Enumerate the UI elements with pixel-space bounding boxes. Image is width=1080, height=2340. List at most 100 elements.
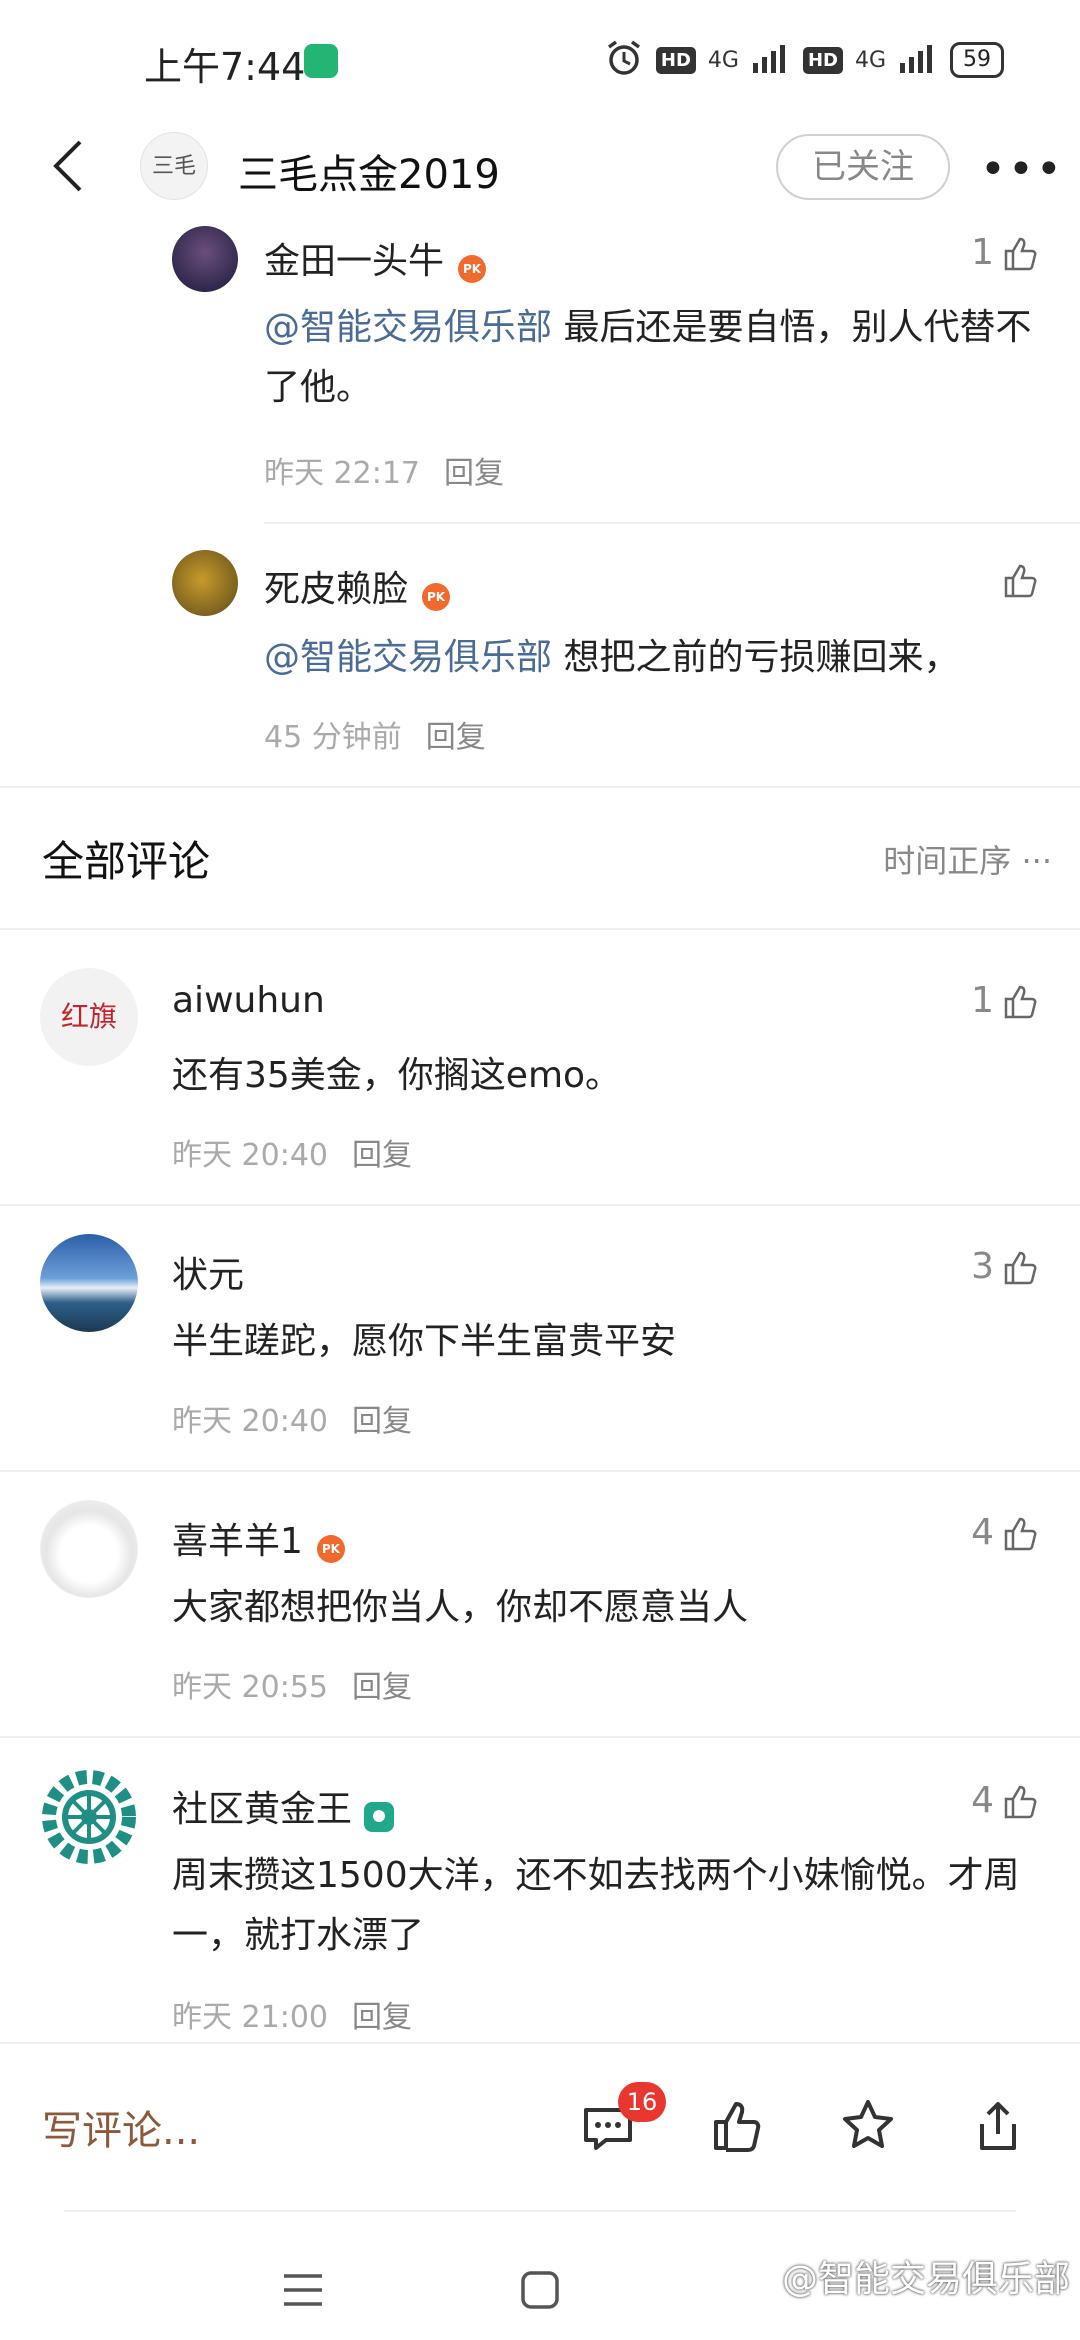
reply-username[interactable]: 金田一头牛: [264, 241, 444, 282]
reply-button[interactable]: 回复: [444, 456, 504, 491]
network-type: 4G: [707, 47, 739, 73]
divider: [64, 2210, 1016, 2212]
like-button[interactable]: 1: [971, 232, 1040, 273]
status-icons: HD 4G HD 4G 59: [604, 38, 1004, 82]
like-count: 1: [971, 980, 994, 1021]
back-arrow-icon: [53, 140, 82, 192]
signal-icon-2: [898, 43, 938, 77]
comment-text: 大家都想把你当人，你却不愿意当人: [172, 1587, 749, 1628]
watermark: @智能交易俱乐部: [781, 2259, 1070, 2300]
reply-button[interactable]: 回复: [352, 1138, 412, 1173]
verified-badge-icon: [364, 1801, 395, 1832]
comment-text: 半生蹉跎，愿你下半生富贵平安: [172, 1321, 677, 1362]
sort-dropdown[interactable]: 时间正序 ···: [883, 836, 1052, 882]
home-nav-button[interactable]: [520, 2270, 560, 2314]
mention-link[interactable]: @智能交易俱乐部: [264, 637, 552, 678]
mention-link[interactable]: @智能交易俱乐部: [264, 307, 552, 348]
thumbs-up-icon: [1004, 1517, 1037, 1550]
like-button[interactable]: 3: [971, 1246, 1040, 1287]
divider: [0, 928, 1080, 930]
reply-name-row: 金田一头牛 PK: [264, 232, 487, 284]
follow-button[interactable]: 已关注: [776, 134, 950, 200]
star-icon: [843, 2100, 893, 2148]
favorite-button[interactable]: [838, 2096, 898, 2160]
like-button[interactable]: 4: [971, 1512, 1040, 1553]
like-button[interactable]: 1: [971, 980, 1040, 1021]
status-bar: 上午7:44 HD 4G HD 4G 59: [0, 0, 1080, 120]
avatar[interactable]: [40, 1500, 138, 1598]
reply-time: 45 分钟前: [264, 720, 402, 755]
like-button[interactable]: [1000, 560, 1040, 600]
divider: [0, 1470, 1080, 1472]
security-shield-icon: [304, 44, 338, 78]
like-count: 4: [971, 1512, 994, 1553]
reply-button[interactable]: 回复: [426, 720, 486, 755]
reply-button[interactable]: 回复: [352, 1670, 412, 1705]
alarm-icon: [604, 38, 644, 82]
section-title: 全部评论: [42, 837, 211, 886]
thumbs-up-icon: [714, 2102, 761, 2152]
pk-badge-icon: PK: [316, 1534, 345, 1563]
like-post-button[interactable]: [708, 2096, 768, 2160]
reply-username[interactable]: 死皮赖脸: [264, 569, 408, 610]
back-button[interactable]: [46, 136, 90, 196]
author-name[interactable]: 三毛点金2019: [238, 142, 500, 200]
avatar[interactable]: [172, 550, 238, 616]
more-options-button[interactable]: •••: [980, 144, 1064, 195]
home-square-icon: [521, 2271, 559, 2309]
comment-time: 昨天 20:40: [172, 1404, 328, 1439]
battery-icon: 59: [950, 42, 1004, 78]
comment-username[interactable]: 状元: [172, 1246, 244, 1298]
avatar[interactable]: [172, 226, 238, 292]
comment-count-badge: 16: [618, 2082, 666, 2122]
avatar[interactable]: 红旗: [40, 968, 138, 1066]
hd-indicator: HD: [655, 46, 696, 74]
thumbs-up-icon: [1004, 1785, 1037, 1818]
thumbs-up-icon: [1004, 237, 1037, 270]
comment-time: 昨天 21:00: [172, 2000, 328, 2035]
like-count: 3: [971, 1246, 994, 1287]
pk-badge-icon: PK: [422, 582, 451, 611]
author-avatar[interactable]: 三毛: [140, 132, 208, 200]
comment-meta: 昨天 20:55 回复: [172, 1662, 412, 1706]
reply-button[interactable]: 回复: [352, 2000, 412, 2035]
avatar[interactable]: [40, 1768, 138, 1866]
comment-text: 还有35美金，你搁这emo。: [172, 1055, 622, 1096]
reply-time: 昨天 22:17: [264, 456, 420, 491]
comment-name-row: 喜羊羊1 PK: [172, 1512, 345, 1564]
reply-text: @智能交易俱乐部 想把之前的亏损赚回来，: [264, 628, 1044, 688]
avatar[interactable]: [40, 1234, 138, 1332]
reply-name-row: 死皮赖脸 PK: [264, 560, 451, 612]
comment-meta: 昨天 21:00 回复: [172, 1992, 412, 2036]
reply-body: 想把之前的亏损赚回来，: [552, 637, 960, 678]
like-count: 4: [971, 1780, 994, 1821]
comment-username[interactable]: 喜羊羊1: [172, 1521, 303, 1562]
like-count: 1: [971, 232, 994, 273]
comment-time: 昨天 20:55: [172, 1670, 328, 1705]
menu-nav-button[interactable]: [282, 2272, 324, 2312]
section-divider: [0, 786, 1080, 788]
comment-time: 昨天 20:40: [172, 1138, 328, 1173]
share-button[interactable]: [968, 2096, 1028, 2160]
like-button[interactable]: 4: [971, 1780, 1040, 1821]
reply-meta: 昨天 22:17 回复: [264, 448, 504, 492]
menu-icon: [284, 2274, 322, 2306]
divider: [0, 1736, 1080, 1738]
network-type-2: 4G: [854, 47, 886, 73]
comment-text: 周末攒这1500大洋，还不如去找两个小妹愉悦。才周一，就打水漂了: [172, 1855, 1020, 1956]
pk-badge-icon: PK: [458, 254, 487, 283]
write-comment-input[interactable]: 写评论...: [42, 2098, 200, 2156]
hd-indicator-2: HD: [802, 46, 843, 74]
thumbs-up-icon: [1004, 985, 1037, 1018]
comment-meta: 昨天 20:40 回复: [172, 1396, 412, 1440]
reply-button[interactable]: 回复: [352, 1404, 412, 1439]
reply-meta: 45 分钟前 回复: [264, 712, 486, 756]
comment-username[interactable]: aiwuhun: [172, 980, 325, 1021]
signal-icon: [751, 43, 791, 77]
comment-name-row: 社区黄金王: [172, 1780, 395, 1832]
thumbs-up-icon: [1004, 564, 1037, 598]
comment-username[interactable]: 社区黄金王: [172, 1789, 352, 1830]
share-icon: [980, 2102, 1016, 2150]
status-time: 上午7:44: [144, 45, 306, 89]
comment-meta: 昨天 20:40 回复: [172, 1130, 412, 1174]
